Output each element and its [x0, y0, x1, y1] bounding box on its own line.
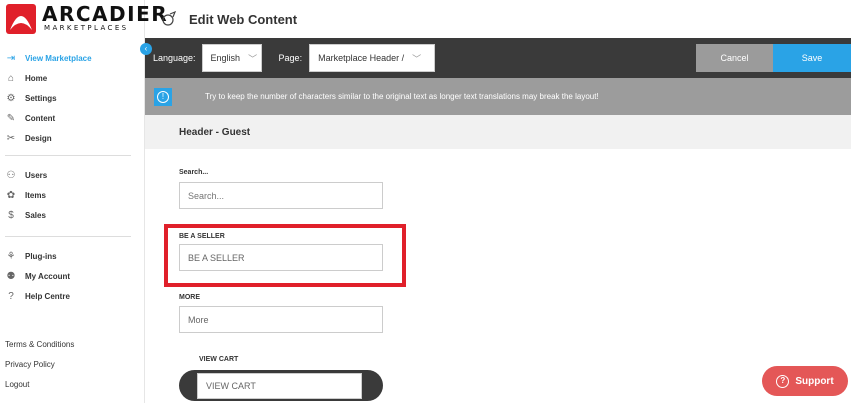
app-root: ARCADIER MARKETPLACES ⇥ View Marketplace…	[0, 0, 851, 403]
page-select[interactable]: Marketplace Header / ﹀	[309, 44, 436, 72]
toolbar: Language: English ﹀ Page: Marketplace He…	[145, 38, 851, 78]
sidebar-item-design[interactable]: ✂ Design	[0, 128, 145, 148]
language-label: Language:	[153, 53, 196, 63]
sidebar-item-plugins[interactable]: ⚘ Plug-ins	[0, 246, 145, 266]
sidebar-footer: Terms & Conditions Privacy Policy Logout	[5, 334, 74, 394]
plugin-icon: ⚘	[6, 250, 16, 262]
arrow-right-box-icon: ⇥	[6, 52, 16, 64]
page-header: Edit Web Content	[145, 0, 851, 38]
user-icon: ⚇	[6, 169, 16, 181]
sidebar-item-users[interactable]: ⚇ Users	[0, 165, 145, 185]
sidebar-item-label: Sales	[25, 210, 46, 220]
sidebar-item-label: Items	[25, 190, 46, 200]
support-label: Support	[795, 375, 834, 387]
sidebar-item-home[interactable]: ⌂ Home	[0, 68, 145, 88]
save-button[interactable]: Save	[773, 44, 851, 72]
collapse-sidebar-icon[interactable]: ‹	[140, 43, 152, 55]
home-icon: ⌂	[7, 72, 15, 84]
nav-account: ⚘ Plug-ins ⚉ My Account ? Help Centre	[0, 246, 145, 306]
info-icon: !	[154, 87, 172, 106]
search-field-label: Search...	[179, 169, 209, 176]
sidebar-item-help-centre[interactable]: ? Help Centre	[0, 286, 145, 306]
sidebar-item-label: Design	[25, 133, 52, 143]
sidebar-item-my-account[interactable]: ⚉ My Account	[0, 266, 145, 286]
more-field-label: MORE	[179, 294, 200, 301]
language-select[interactable]: English ﹀	[201, 44, 262, 72]
sidebar-divider	[5, 236, 131, 237]
brand-subtitle: MARKETPLACES	[44, 24, 129, 32]
sidebar-item-view-marketplace[interactable]: ⇥ View Marketplace	[0, 48, 145, 68]
seller-input[interactable]: BE A SELLER	[179, 244, 383, 271]
account-icon: ⚉	[6, 270, 16, 282]
content-icon: ✎	[6, 112, 16, 124]
sidebar-item-label: Plug-ins	[25, 251, 57, 261]
sidebar-divider	[5, 155, 131, 156]
nav-management: ⚇ Users ✿ Items $ Sales	[0, 165, 145, 225]
support-button[interactable]: ? Support	[762, 366, 848, 396]
arcadier-logo-icon	[6, 4, 36, 34]
sidebar-item-label: Users	[25, 170, 48, 180]
sales-icon: $	[8, 209, 14, 221]
search-input[interactable]	[179, 182, 383, 209]
language-value: English	[210, 53, 241, 63]
sidebar: ARCADIER MARKETPLACES ⇥ View Marketplace…	[0, 0, 167, 403]
page-title: Edit Web Content	[189, 11, 298, 27]
logout-link[interactable]: Logout	[5, 374, 74, 394]
help-icon: ?	[8, 290, 14, 302]
question-icon: ?	[776, 374, 790, 388]
cancel-button[interactable]: Cancel	[696, 44, 773, 72]
sidebar-item-label: View Marketplace	[25, 53, 92, 63]
sidebar-item-content[interactable]: ✎ Content	[0, 108, 145, 128]
more-input[interactable]: More	[179, 306, 383, 333]
gear-icon: ⚙	[6, 92, 16, 104]
sidebar-item-label: Content	[25, 113, 56, 123]
seller-field-label: BE A SELLER	[179, 233, 225, 240]
edit-content-icon	[161, 10, 177, 27]
info-banner: ! Try to keep the number of characters s…	[145, 78, 851, 115]
sidebar-item-sales[interactable]: $ Sales	[0, 205, 145, 225]
items-icon: ✿	[6, 189, 16, 201]
brand-logo[interactable]: ARCADIER MARKETPLACES	[6, 2, 167, 36]
sidebar-item-label: My Account	[25, 271, 71, 281]
sidebar-item-label: Settings	[25, 93, 57, 103]
sidebar-item-label: Home	[25, 73, 48, 83]
nav-main: ⇥ View Marketplace ⌂ Home ⚙ Settings ✎ C…	[0, 48, 145, 148]
sidebar-item-label: Help Centre	[25, 291, 70, 301]
cart-input[interactable]: VIEW CART	[197, 373, 362, 399]
section-title: Header - Guest	[145, 115, 851, 149]
design-icon: ✂	[6, 132, 16, 144]
sidebar-item-settings[interactable]: ⚙ Settings	[0, 88, 145, 108]
page-label: Page:	[278, 53, 303, 63]
sidebar-item-items[interactable]: ✿ Items	[0, 185, 145, 205]
privacy-link[interactable]: Privacy Policy	[5, 354, 74, 374]
page-value: Marketplace Header /	[318, 53, 405, 63]
terms-link[interactable]: Terms & Conditions	[5, 334, 74, 354]
chevron-down-icon: ﹀	[248, 53, 258, 64]
info-text: Try to keep the number of characters sim…	[205, 92, 599, 101]
cart-field-label: VIEW CART	[199, 356, 239, 363]
chevron-down-icon: ﹀	[412, 53, 422, 64]
